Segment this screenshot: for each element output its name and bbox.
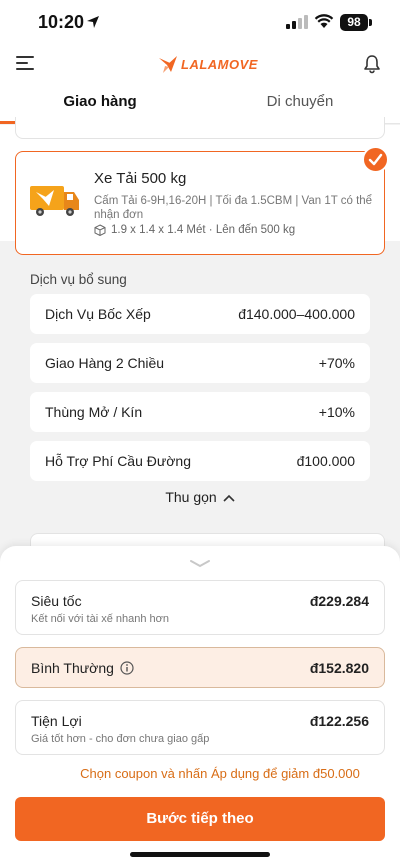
status-bar: 10:20 98 [0,0,400,46]
option-name: Tiện Lợi [31,713,82,729]
option-price: đ152.820 [309,660,369,676]
lalamove-logo-icon [159,56,177,73]
vehicle-card-selected[interactable]: Xe Tải 500 kg Cấm Tải 6-9H,16-20H | Tối … [15,151,385,255]
option-price: đ122.256 [309,713,369,729]
sheet-handle-chevron-down-icon[interactable] [188,558,212,570]
option-subtitle: Kết nối với tài xế nhanh hơn [31,613,169,625]
app-header: LALAMOVE [0,46,400,84]
selected-check-icon [362,146,389,173]
service-name: Thùng Mở / Kín [45,404,143,420]
vehicle-description: Cấm Tải 6-9H,16-20H | Tối đa 1.5CBM | Va… [94,195,373,221]
service-price: đ140.000–400.000 [238,306,355,322]
logo-text: LALAMOVE [181,56,258,72]
service-name: Dịch Vụ Bốc Xếp [45,306,151,322]
option-name: Bình Thường [31,660,134,676]
menu-icon-line [16,62,28,64]
truck-icon [30,186,79,216]
menu-icon-line [16,68,34,70]
service-open-closed-box[interactable]: Thùng Mở / Kín +10% [30,392,370,432]
service-price: +10% [318,404,355,420]
vehicle-dimensions: 1.9 x 1.4 x 1.4 Mét · Lên đến 500 kg [94,224,295,236]
status-time: 10:20 [38,12,85,32]
wifi-icon [314,14,334,28]
location-arrow-icon [87,16,99,28]
info-icon[interactable] [120,661,134,675]
battery-indicator: 98 [340,14,368,31]
services-title: Dịch vụ bổ sung [30,272,127,287]
coupon-link[interactable]: Chọn coupon và nhấn Áp dụng để giảm đ50.… [0,766,400,781]
menu-icon-line [16,56,34,58]
service-price: đ100.000 [296,453,355,469]
box-icon [94,224,106,236]
option-subtitle: Giá tốt hơn - cho đơn chưa giao gấp [31,733,210,745]
service-loading[interactable]: Dịch Vụ Bốc Xếp đ140.000–400.000 [30,294,370,334]
bell-icon[interactable] [362,54,382,74]
chevron-up-icon [223,495,235,502]
collapse-button[interactable]: Thu gọn [0,489,400,505]
home-indicator [130,852,270,857]
vehicle-dimensions-text: 1.9 x 1.4 x 1.4 Mét · Lên đến 500 kg [111,224,296,236]
collapse-label: Thu gọn [165,489,217,505]
vehicle-list: Xe Tải 500 kg Cấm Tải 6-9H,16-20H | Tối … [0,117,400,255]
vehicle-title: Xe Tải 500 kg [94,170,187,187]
next-step-button[interactable]: Bước tiếp theo [15,797,385,841]
option-name: Siêu tốc [31,593,82,609]
service-name: Giao Hàng 2 Chiều [45,355,165,371]
service-toll-support[interactable]: Hỗ Trợ Phí Cầu Đường đ100.000 [30,441,370,481]
service-price: +70% [318,355,355,371]
option-name-text: Bình Thường [31,660,114,676]
cellular-signal-icon [286,15,308,29]
menu-button[interactable] [16,54,36,72]
battery-tip [369,19,372,26]
price-bottom-sheet: Siêu tốc đ229.284 Kết nối với tài xế nha… [0,546,400,865]
option-standard[interactable]: Bình Thường đ152.820 [15,647,385,688]
service-round-trip[interactable]: Giao Hàng 2 Chiều +70% [30,343,370,383]
lalamove-logo: LALAMOVE [158,52,258,76]
option-price: đ229.284 [309,593,369,609]
additional-services: Dịch vụ bổ sung Dịch Vụ Bốc Xếp đ140.000… [0,256,400,520]
option-economy[interactable]: Tiện Lợi đ122.256 Giá tốt hơn - cho đơn … [15,700,385,755]
service-name: Hỗ Trợ Phí Cầu Đường [45,453,192,469]
option-express[interactable]: Siêu tốc đ229.284 Kết nối với tài xế nha… [15,580,385,635]
vehicle-card-previous[interactable] [15,117,385,139]
